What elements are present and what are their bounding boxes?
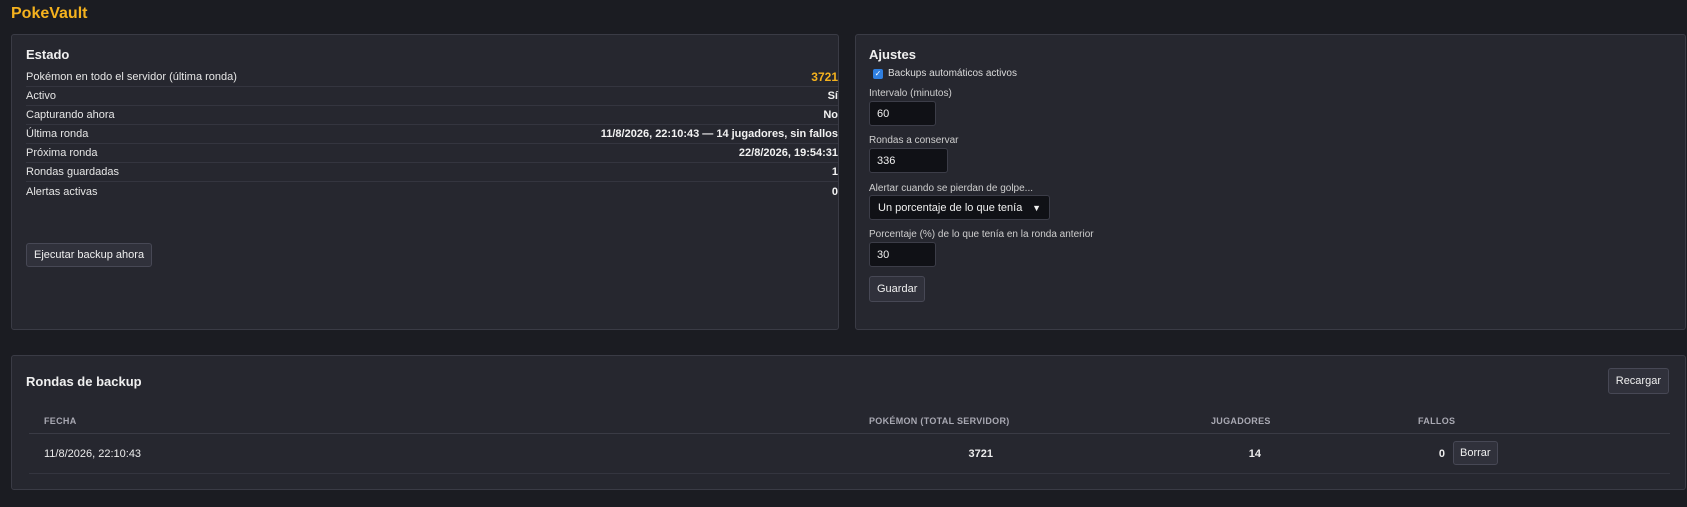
interval-label: Intervalo (minutos) — [869, 88, 952, 99]
status-label: Rondas guardadas — [26, 166, 119, 178]
percent-label: Porcentaje (%) de lo que tenía en la ron… — [869, 229, 1094, 240]
status-card-title: Estado — [26, 47, 70, 62]
status-value: No — [823, 109, 838, 121]
round-players: 14 — [1248, 448, 1261, 460]
backup-rounds-card: Rondas de backup Recargar FECHA POKÉMON … — [11, 355, 1686, 490]
backup-rounds-title: Rondas de backup — [26, 374, 142, 389]
status-value: 1 — [831, 166, 838, 178]
status-label: Pokémon en todo el servidor (última rond… — [26, 71, 237, 83]
alert-mode-label: Alertar cuando se pierdan de golpe... — [869, 183, 1033, 194]
column-header-pokemon: POKÉMON (TOTAL SERVIDOR) — [869, 416, 1010, 426]
auto-backups-toggle[interactable]: ✓ Backups automáticos activos — [873, 68, 1017, 79]
round-failures: 0 — [1438, 448, 1445, 460]
status-value: 0 — [831, 185, 838, 198]
status-row-active-alerts: Alertas activas 0 — [26, 182, 838, 201]
alert-mode-selected: Un porcentaje de lo que tenía — [878, 201, 1023, 214]
status-row-last-round: Última ronda 11/8/2026, 22:10:43 — 14 ju… — [26, 125, 838, 144]
delete-round-button[interactable]: Borrar — [1453, 441, 1498, 465]
percent-input[interactable]: 30 — [869, 242, 936, 267]
status-row-capturing: Capturando ahora No — [26, 106, 838, 125]
column-header-jugadores: JUGADORES — [1211, 416, 1271, 426]
status-value: 3721 — [811, 70, 838, 84]
save-button[interactable]: Guardar — [869, 276, 926, 302]
keep-rounds-label: Rondas a conservar — [869, 135, 959, 146]
reload-button[interactable]: Recargar — [1607, 368, 1669, 394]
app-title: PokeVault — [11, 5, 88, 22]
round-date: 11/8/2026, 22:10:43 — [44, 448, 142, 460]
status-value: 22/8/2026, 19:54:31 — [738, 147, 838, 159]
status-value: Sí — [827, 90, 838, 102]
status-label: Capturando ahora — [26, 109, 115, 121]
backup-rounds-table: FECHA POKÉMON (TOTAL SERVIDOR) JUGADORES… — [29, 408, 1670, 474]
interval-input[interactable]: 60 — [869, 101, 936, 126]
auto-backups-label: Backups automáticos activos — [888, 68, 1017, 79]
status-row-next-round: Próxima ronda 22/8/2026, 19:54:31 — [26, 144, 838, 163]
column-header-fecha: FECHA — [44, 416, 77, 426]
status-row-total-pokemon: Pokémon en todo el servidor (última rond… — [26, 68, 838, 87]
status-label: Activo — [26, 90, 56, 102]
table-header: FECHA POKÉMON (TOTAL SERVIDOR) JUGADORES… — [29, 408, 1670, 434]
settings-card-title: Ajustes — [869, 47, 916, 62]
status-label: Última ronda — [26, 128, 89, 140]
table-row: 11/8/2026, 22:10:43 3721 14 0 Borrar — [29, 434, 1670, 474]
run-backup-button[interactable]: Ejecutar backup ahora — [26, 243, 153, 267]
settings-card: Ajustes ✓ Backups automáticos activos In… — [855, 34, 1686, 330]
status-label: Alertas activas — [26, 185, 98, 198]
alert-mode-select[interactable]: Un porcentaje de lo que tenía ▼ — [869, 195, 1050, 220]
chevron-down-icon: ▼ — [1032, 202, 1041, 213]
status-row-saved-rounds: Rondas guardadas 1 — [26, 163, 838, 182]
column-header-fallos: FALLOS — [1418, 416, 1456, 426]
status-row-active: Activo Sí — [26, 87, 838, 106]
checkmark-icon[interactable]: ✓ — [873, 68, 883, 79]
status-value: 11/8/2026, 22:10:43 — 14 jugadores, sin … — [600, 128, 838, 140]
status-card: Estado Pokémon en todo el servidor (últi… — [11, 34, 839, 330]
status-label: Próxima ronda — [26, 147, 98, 159]
status-list: Pokémon en todo el servidor (última rond… — [26, 68, 838, 201]
keep-rounds-input[interactable]: 336 — [869, 148, 948, 173]
round-pokemon-total: 3721 — [968, 448, 993, 460]
